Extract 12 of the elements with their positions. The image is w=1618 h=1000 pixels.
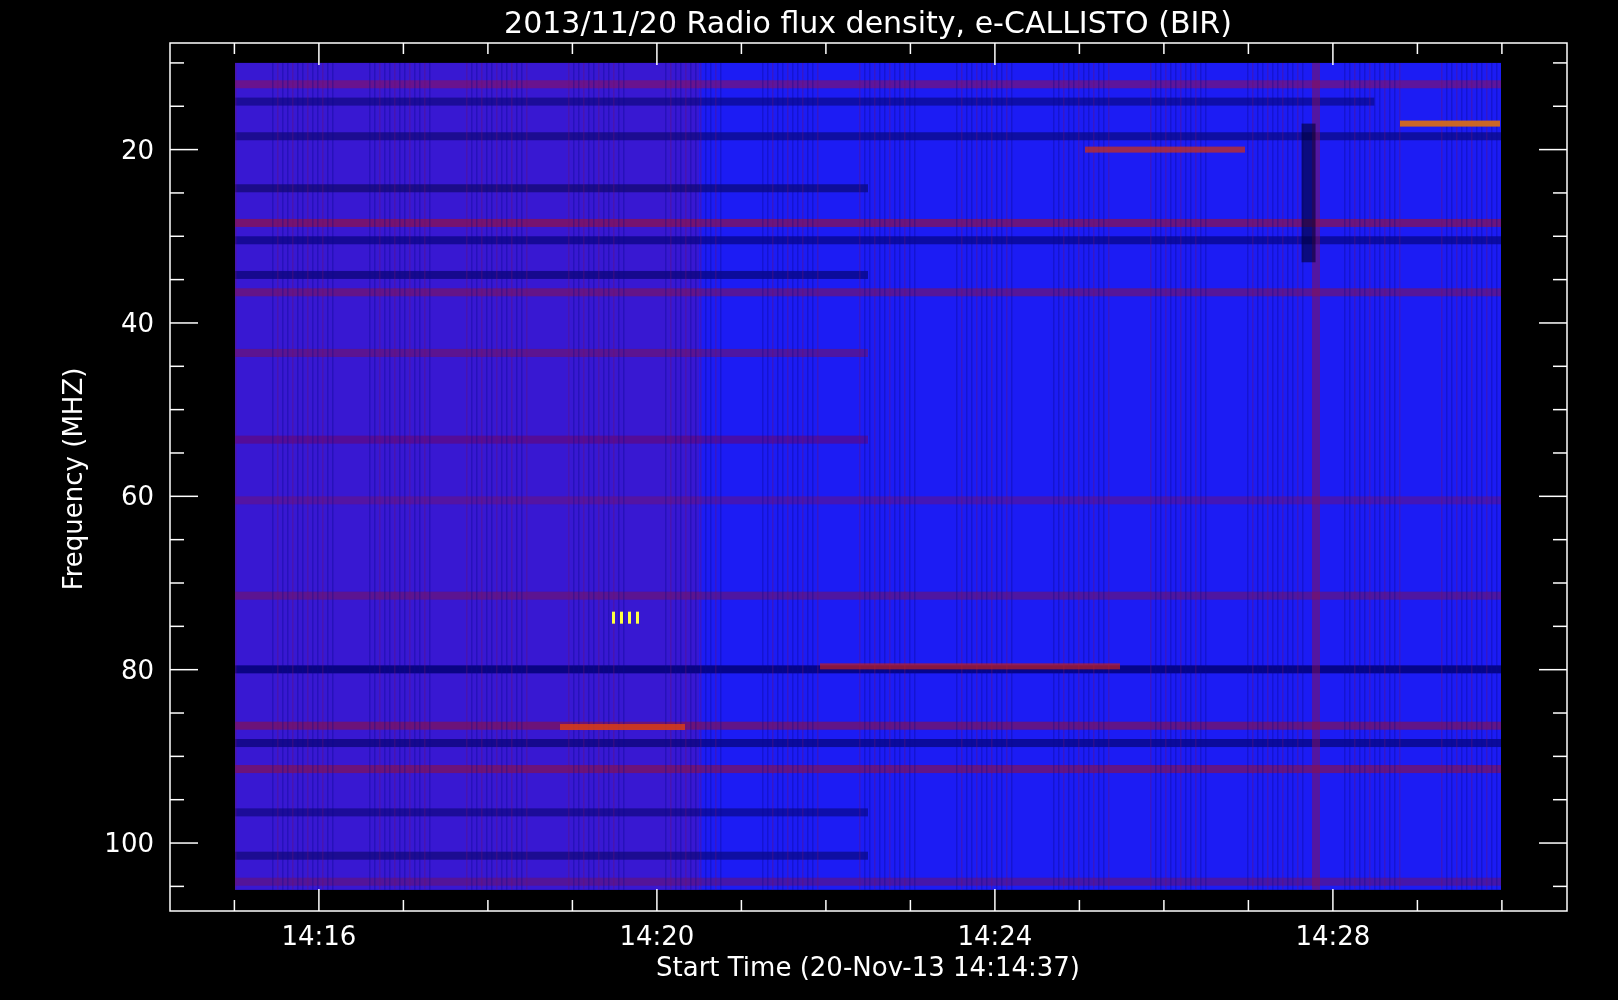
y-tick-label: 40	[120, 307, 154, 338]
x-axis-label: Start Time (20-Nov-13 14:14:37)	[656, 952, 1080, 982]
chart-title: 2013/11/20 Radio flux density, e-CALLISTO (BIR)	[504, 5, 1232, 40]
x-tick-label: 14:16	[281, 921, 357, 951]
y-axis-label: Frequency (MHZ)	[58, 367, 88, 591]
y-tick-label: 60	[120, 481, 154, 512]
x-tick-label: 14:28	[1295, 921, 1371, 951]
y-tick-label: 100	[104, 828, 154, 859]
y-tick-label: 80	[120, 654, 154, 685]
x-tick-label: 14:20	[619, 921, 695, 951]
x-tick-label: 14:24	[957, 921, 1033, 951]
y-tick-label: 20	[120, 134, 154, 165]
